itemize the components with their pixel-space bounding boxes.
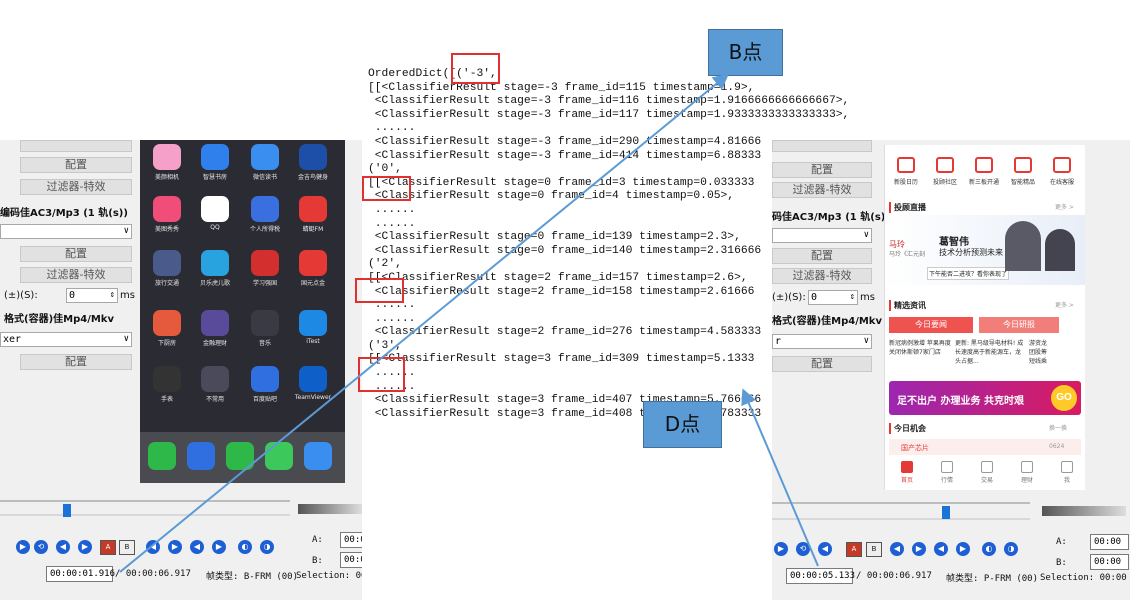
b-point-arrow — [119, 73, 730, 573]
annotation-arrows — [119, 73, 819, 573]
d-point-arrow — [741, 388, 819, 567]
